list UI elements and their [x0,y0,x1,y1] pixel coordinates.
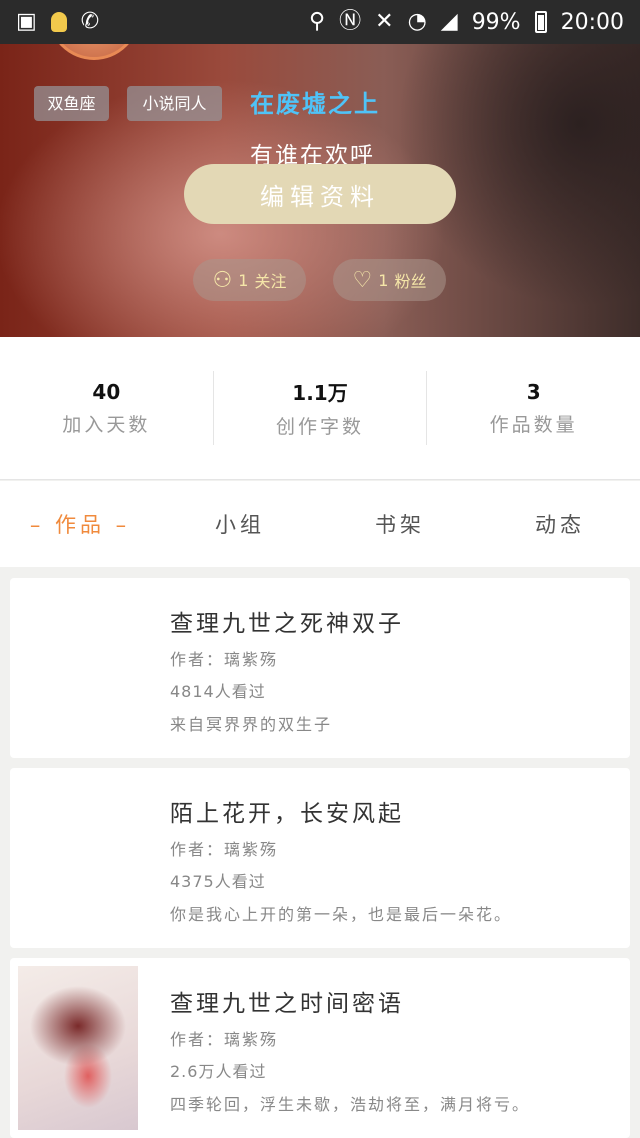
tab-bookshelf[interactable]: 书架 [320,509,480,539]
gallery-icon: ▣ [16,9,37,34]
battery-icon [534,11,547,33]
status-bar: ▣ ✆ ⚲ Ⓝ ✕ ◔ ◢ 99% 20:00 [0,0,640,44]
work-views: 4814人看过 [170,682,266,701]
zodiac-tag: 双鱼座 [34,86,109,121]
avatar[interactable] [48,44,140,60]
status-right: ⚲ Ⓝ ✕ ◔ ◢ 99% 20:00 [309,10,624,35]
work-description: 四季轮回，浮生未歇，浩劫将至，满月将亏。 [170,1095,531,1114]
work-author: 作者：璃紫殇 [170,840,279,859]
follow-button[interactable]: ⚇ 1 关注 [193,259,306,301]
signal-icon: ◢ [440,9,458,34]
add-user-icon: ⚇ [212,267,233,293]
battery-percent: 99% [471,9,521,35]
stat-label: 作品数量 [489,413,578,436]
status-left: ▣ ✆ [16,11,99,33]
profile-tabs: – 作品 – 小组 书架 动态 [0,481,640,567]
work-views: 2.6万人看过 [170,1062,267,1081]
work-card[interactable]: 陌上花开，长安风起 作者：璃紫殇 4375人看过 你是我心上开的第一朵，也是最后… [10,768,630,948]
work-card[interactable]: 查理九世之时间密语 作者：璃紫殇 2.6万人看过 四季轮回，浮生未歇，浩劫将至，… [10,958,630,1138]
location-icon: ⚲ [308,9,326,34]
work-title: 查理九世之时间密语 [170,991,404,1017]
stat-value: 1.1万 [292,381,348,405]
stat-label: 加入天数 [62,413,151,436]
work-author: 作者：璃紫殇 [170,650,279,669]
stat-works-count: 3 作品数量 [427,371,640,445]
profile-header: 双鱼座 小说同人 在废墟之上 有谁在欢呼 编辑资料 ⚇ 1 关注 ♡ 1 粉丝 [0,44,640,337]
work-card[interactable]: 查理九世之死神双子 作者：璃紫殇 4814人看过 来自冥界界的双生子 [10,578,630,758]
tab-works[interactable]: – 作品 – [0,509,160,539]
stat-value: 3 [526,379,541,404]
stat-join-days: 40 加入天数 [0,371,214,445]
fans-label: 粉丝 [394,272,427,291]
tab-groups[interactable]: 小组 [160,509,320,539]
fans-count: 1 [378,270,389,290]
work-description: 你是我心上开的第一朵，也是最后一朵花。 [170,905,513,924]
nfc-icon: Ⓝ [339,9,362,34]
tab-activity[interactable]: 动态 [480,509,640,539]
work-cover-image [18,966,138,1130]
genre-tag: 小说同人 [127,86,222,121]
mute-icon: ✕ [375,9,394,34]
work-cover [18,776,138,940]
stat-label: 创作字数 [276,416,365,438]
stats-bar: 40 加入天数 1.1万 创作字数 3 作品数量 [0,337,640,480]
work-title: 查理九世之死神双子 [170,611,404,637]
stat-value: 40 [92,379,121,404]
wifi-icon: ◔ [407,9,427,34]
work-author: 作者：璃紫殇 [170,1030,279,1049]
clock: 20:00 [560,9,624,35]
follow-label: 关注 [254,272,287,291]
work-description: 来自冥界界的双生子 [170,715,333,734]
stat-word-count: 1.1万 创作字数 [214,371,428,445]
fans-button[interactable]: ♡ 1 粉丝 [333,259,446,301]
bulb-icon [50,12,67,32]
edit-profile-button[interactable]: 编辑资料 [184,164,456,224]
heart-icon: ♡ [352,267,373,293]
call-forward-icon: ✆ [80,9,100,34]
work-views: 4375人看过 [170,872,266,891]
follow-count: 1 [238,270,249,290]
work-cover [18,586,138,750]
works-list: 查理九世之死神双子 作者：璃紫殇 4814人看过 来自冥界界的双生子 陌上花开，… [10,578,630,1138]
nickname: 在废墟之上 [250,90,380,118]
work-title: 陌上花开，长安风起 [170,801,404,827]
